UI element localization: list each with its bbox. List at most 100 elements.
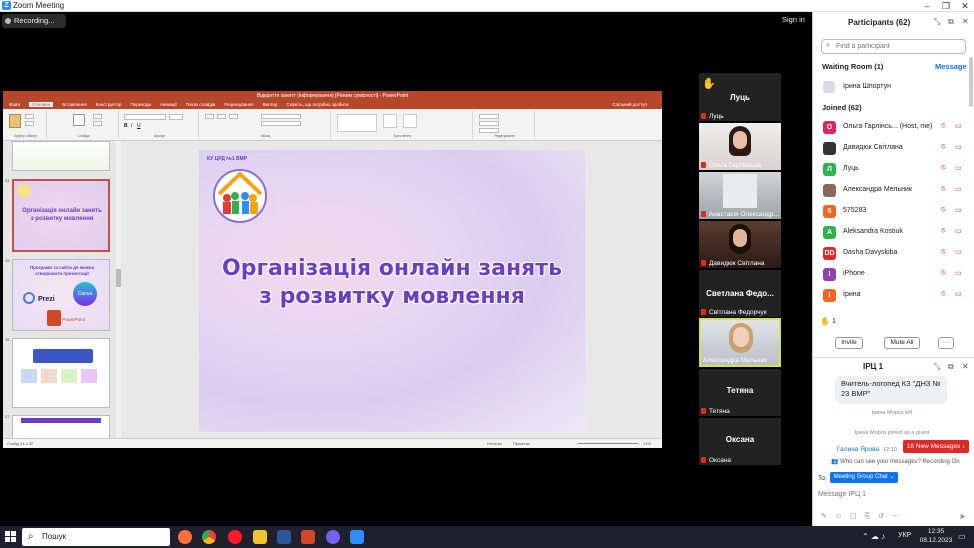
- comments-button[interactable]: Примітки: [513, 439, 530, 449]
- chat-message-input[interactable]: [818, 488, 968, 500]
- current-slide[interactable]: КУ ЦРД №1 ВМР Організація онлайн занять …: [199, 150, 585, 432]
- video-tile-tetiana[interactable]: Тетяна Тетяна: [699, 369, 781, 416]
- send-icon[interactable]: ➤: [959, 512, 966, 521]
- mic-muted-icon[interactable]: ⦸: [941, 269, 946, 277]
- taskbar-search-box[interactable]: ⌕ Пошук: [22, 528, 170, 546]
- chat-visibility-notice[interactable]: 👥 Who can see your messages? Recording O…: [831, 458, 960, 465]
- video-tile-anastasia[interactable]: Анастасія Олександр...: [699, 172, 781, 219]
- italic-icon[interactable]: I: [131, 123, 132, 129]
- camera-off-icon[interactable]: ▭: [955, 290, 962, 298]
- participant-row[interactable]: IiPhone ⦸ ▭: [813, 264, 971, 285]
- notes-button[interactable]: Нотатки: [487, 439, 502, 449]
- ppt-tab[interactable]: Рецензування: [224, 102, 253, 107]
- emoji-icon[interactable]: ☺: [835, 513, 850, 520]
- new-slide-icon[interactable]: [73, 114, 85, 126]
- tray-icons[interactable]: ⌃ ☁ ♪: [862, 532, 885, 541]
- camera-off-icon[interactable]: ▭: [955, 164, 962, 172]
- video-tile-svitlana-f[interactable]: Светлана Федо... Світлана Федорчук: [699, 270, 781, 317]
- close-icon[interactable]: ✕: [956, 0, 974, 12]
- ppt-tab[interactable]: Основне: [29, 102, 54, 107]
- participants-scrollbar[interactable]: [969, 57, 973, 107]
- participant-row[interactable]: Л Луць ⦸ ▭: [813, 159, 971, 180]
- mic-muted-icon[interactable]: ⦸: [941, 164, 946, 172]
- video-tile-olga[interactable]: Ольга Гарлінська: [699, 123, 781, 170]
- viber-icon[interactable]: [326, 530, 340, 544]
- chat-more-icon[interactable]: ⋯: [892, 513, 907, 520]
- screenshot-icon[interactable]: ⎘: [865, 513, 879, 520]
- ppt-tab[interactable]: Вставлення: [62, 102, 87, 107]
- firefox-icon[interactable]: [178, 530, 192, 544]
- participant-search-box[interactable]: ⌕: [821, 39, 966, 54]
- slide-thumbnail-27[interactable]: [12, 415, 110, 438]
- ppt-tab[interactable]: Конструктор: [96, 102, 122, 107]
- notifications-icon[interactable]: ▭: [958, 532, 966, 541]
- participant-row[interactable]: Давидюк Світлана ⦸ ▭: [813, 138, 971, 159]
- word-icon[interactable]: [277, 530, 291, 544]
- video-tile-davydiuk[interactable]: Давидюк Світлана: [699, 221, 781, 268]
- taskbar-time[interactable]: 12:35: [918, 528, 954, 535]
- slide-thumbnail-23[interactable]: [12, 141, 110, 171]
- camera-off-icon[interactable]: ▭: [955, 269, 962, 277]
- mic-muted-icon[interactable]: ⦸: [941, 143, 946, 151]
- camera-off-icon[interactable]: ▭: [955, 122, 962, 130]
- file-explorer-icon[interactable]: [253, 530, 267, 544]
- opera-icon[interactable]: [228, 530, 242, 544]
- input-language[interactable]: УКР: [898, 532, 911, 539]
- participant-row[interactable]: Александра Мельник ⦸ ▭: [813, 180, 971, 201]
- ppt-tab[interactable]: Файл: [9, 102, 20, 107]
- participant-row[interactable]: A Aleksandra Kostiuk ⦸ ▭: [813, 222, 971, 243]
- mute-all-button[interactable]: Mute All: [884, 337, 920, 349]
- bold-icon[interactable]: B: [124, 123, 128, 129]
- mic-muted-icon[interactable]: ⦸: [941, 185, 946, 193]
- mic-muted-icon[interactable]: ⦸: [941, 122, 946, 130]
- arrange-icon[interactable]: [383, 114, 397, 128]
- powerpoint-icon[interactable]: [301, 530, 315, 544]
- slide-thumbnail-25[interactable]: Програми та сайти де можна створювати пр…: [12, 259, 110, 331]
- format-icon[interactable]: ✎: [821, 513, 835, 520]
- mic-muted-icon[interactable]: ⦸: [941, 227, 946, 235]
- popout-icon[interactable]: ⧉: [948, 17, 954, 27]
- participant-row[interactable]: DD Dasha Davyskiba ⦸ ▭: [813, 243, 971, 264]
- ppt-share-button[interactable]: Спільний доступ: [612, 101, 647, 109]
- participant-row[interactable]: 5 575283 ⦸ ▭: [813, 201, 971, 222]
- chat-recipient-select[interactable]: Meeting Group Chat ⌄: [830, 472, 898, 483]
- font-name-select[interactable]: [124, 114, 166, 120]
- ppt-tab[interactable]: Вигляд: [263, 102, 278, 107]
- video-tile-oleksandra-active-speaker[interactable]: Александра Мельник: [699, 318, 781, 367]
- chat-popout-icon[interactable]: ⧉: [948, 362, 954, 372]
- taskbar-date[interactable]: 08.12.2023: [918, 537, 954, 544]
- signin-link[interactable]: Sign in: [782, 15, 805, 24]
- chat-collapse-icon[interactable]: ⤡: [934, 362, 940, 372]
- recording-indicator[interactable]: Recording...: [2, 14, 66, 28]
- video-tile-lutz[interactable]: ✋ Луць Луць: [699, 73, 781, 121]
- font-size-select[interactable]: [169, 114, 183, 120]
- ppt-tab[interactable]: Показ слайдів: [186, 102, 215, 107]
- camera-off-icon[interactable]: ▭: [955, 206, 962, 214]
- collapse-icon[interactable]: ⤡: [934, 17, 940, 27]
- invite-button[interactable]: Invite: [835, 337, 863, 349]
- file-icon[interactable]: ▢: [850, 513, 865, 520]
- ppt-tab[interactable]: Анімації: [160, 102, 177, 107]
- zoom-taskbar-icon[interactable]: [350, 530, 364, 544]
- more-options-button[interactable]: ···: [938, 337, 954, 349]
- camera-off-icon[interactable]: ▭: [955, 185, 962, 193]
- quick-styles-icon[interactable]: [403, 114, 417, 128]
- ppt-tab[interactable]: Скажіть, що потрібно зробити: [286, 102, 348, 107]
- waiting-room-label[interactable]: Waiting Room (1): [822, 62, 883, 71]
- mic-muted-icon[interactable]: ⦸: [941, 248, 946, 256]
- mic-muted-icon[interactable]: ⦸: [941, 290, 946, 298]
- chat-close-icon[interactable]: ✕: [962, 362, 969, 371]
- paste-icon[interactable]: [9, 114, 21, 128]
- camera-off-icon[interactable]: ▭: [955, 143, 962, 151]
- participant-row[interactable]: О Ольга Гарлінсь... (Host, me) ⦸ ▭: [813, 117, 971, 138]
- chrome-icon[interactable]: [202, 530, 216, 544]
- reaction-icon[interactable]: ↺: [878, 513, 892, 520]
- slide-thumbnail-26[interactable]: [12, 338, 110, 408]
- mic-muted-icon[interactable]: ⦸: [941, 206, 946, 214]
- restore-icon[interactable]: ❐: [937, 0, 955, 12]
- new-messages-button[interactable]: 16 New Messages ↓: [903, 440, 969, 453]
- joined-label[interactable]: Joined (62): [822, 103, 862, 112]
- camera-off-icon[interactable]: ▭: [955, 227, 962, 235]
- participant-row[interactable]: I Ірина ⦸ ▭: [813, 285, 971, 306]
- video-tile-oksana[interactable]: Оксана Оксана: [699, 418, 781, 465]
